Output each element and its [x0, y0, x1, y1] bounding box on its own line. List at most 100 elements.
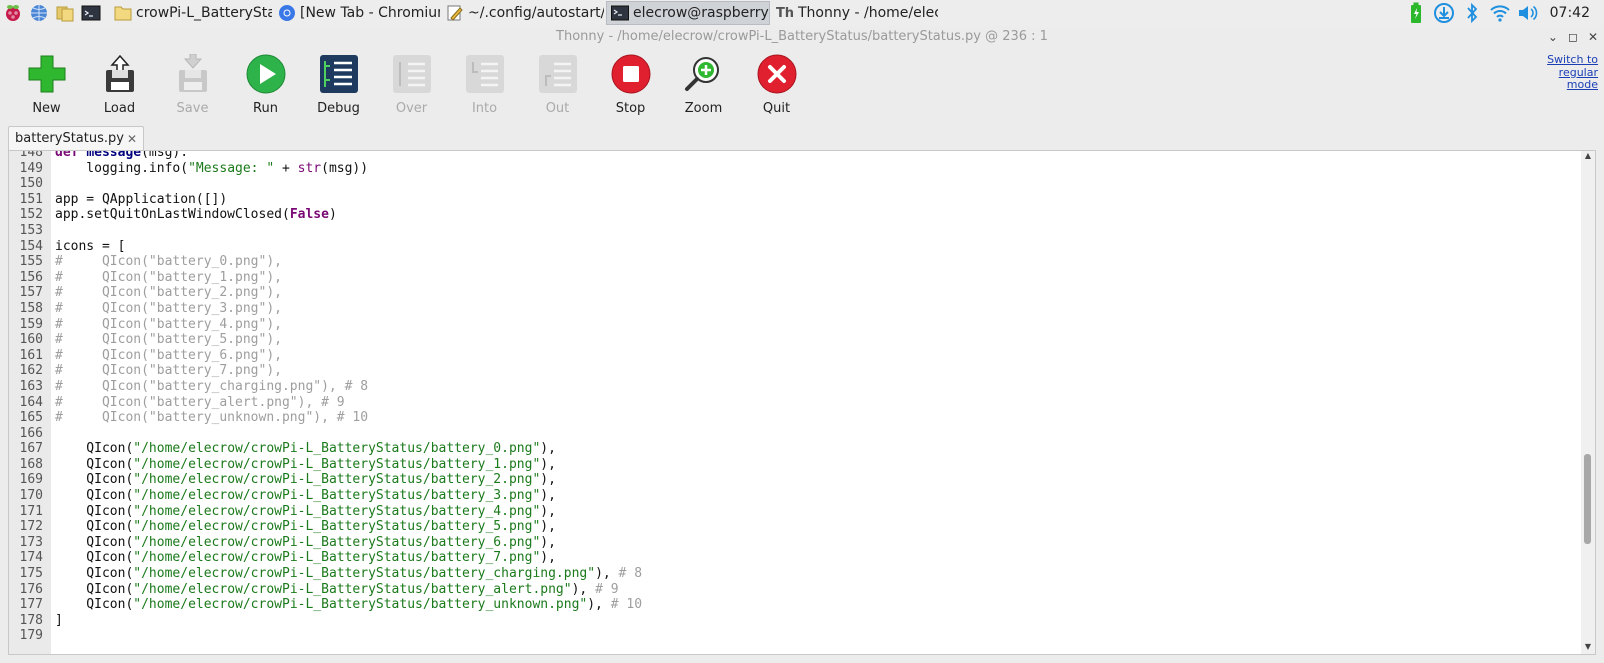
taskbar-item-label: Thonny - /home/elec... — [798, 5, 938, 21]
code-text: # QIcon("battery_7.png"), — [55, 363, 282, 379]
line-number: 158 — [19, 300, 43, 316]
quit-button[interactable]: Quit — [740, 52, 813, 118]
code-line[interactable]: 179 — [9, 628, 1581, 644]
code-line[interactable]: 149 logging.info("Message: " + str(msg)) — [9, 161, 1581, 177]
code-line[interactable]: 156 # QIcon("battery_1.png"), — [9, 270, 1581, 286]
code-text: QIcon("/home/elecrow/crowPi-L_BatterySta… — [55, 550, 556, 566]
step-into-icon — [463, 52, 507, 96]
code-line[interactable]: 148 def message(msg): — [9, 151, 1581, 161]
code-line[interactable]: 176 QIcon("/home/elecrow/crowPi-L_Batter… — [9, 582, 1581, 598]
taskbar-item-thonny[interactable]: Th Thonny - /home/elec... — [772, 1, 938, 25]
code-line[interactable]: 160 # QIcon("battery_5.png"), — [9, 332, 1581, 348]
code-line[interactable]: 158 # QIcon("battery_3.png"), — [9, 301, 1581, 317]
code-line[interactable]: 163 # QIcon("battery_charging.png"), # 8 — [9, 379, 1581, 395]
code-line[interactable]: 172 QIcon("/home/elecrow/crowPi-L_Batter… — [9, 519, 1581, 535]
raspberry-menu-icon[interactable] — [0, 0, 26, 26]
line-number: 177 — [19, 597, 43, 613]
code-line[interactable]: 165 # QIcon("battery_unknown.png"), # 10 — [9, 410, 1581, 426]
line-number: 149 — [19, 160, 43, 176]
step-over-button[interactable]: Over — [375, 52, 448, 118]
code-line[interactable]: 175 QIcon("/home/elecrow/crowPi-L_Batter… — [9, 566, 1581, 582]
maximize-icon[interactable]: ◻ — [1568, 26, 1578, 48]
code-text: QIcon("/home/elecrow/crowPi-L_BatterySta… — [55, 534, 556, 550]
code-line[interactable]: 171 QIcon("/home/elecrow/crowPi-L_Batter… — [9, 504, 1581, 520]
step-out-icon — [536, 52, 580, 96]
clock[interactable]: 07:42 — [1542, 5, 1604, 21]
code-line[interactable]: 161 # QIcon("battery_6.png"), — [9, 348, 1581, 364]
code-line[interactable]: 166 — [9, 426, 1581, 442]
code-line[interactable]: 173 QIcon("/home/elecrow/crowPi-L_Batter… — [9, 535, 1581, 551]
code-text: # QIcon("battery_1.png"), — [55, 269, 282, 285]
tab-batterystatus[interactable]: batteryStatus.py ✕ — [8, 126, 145, 150]
minimize-icon[interactable]: ⌄ — [1548, 26, 1558, 48]
thonny-icon: Th — [775, 5, 795, 21]
tab-close-icon[interactable]: ✕ — [127, 132, 137, 146]
code-line[interactable]: 159 # QIcon("battery_4.png"), — [9, 317, 1581, 333]
code-line[interactable]: 155 # QIcon("battery_0.png"), — [9, 254, 1581, 270]
new-icon — [25, 52, 69, 96]
close-icon[interactable]: ✕ — [1588, 26, 1598, 48]
code-line[interactable]: 167 QIcon("/home/elecrow/crowPi-L_Batter… — [9, 441, 1581, 457]
line-number: 162 — [19, 363, 43, 379]
code-line[interactable]: 151 app = QApplication([]) — [9, 192, 1581, 208]
line-number: 168 — [19, 456, 43, 472]
zoom-icon — [682, 52, 726, 96]
code-area[interactable]: 148 def message(msg): 149 logging.info("Me… — [9, 151, 1581, 644]
line-number: 171 — [19, 503, 43, 519]
zoom-button[interactable]: Zoom — [667, 52, 740, 118]
code-line[interactable]: 178] — [9, 613, 1581, 629]
scroll-up-icon[interactable]: ▲ — [1581, 151, 1595, 163]
vertical-scrollbar[interactable]: ▲ ▼ — [1581, 151, 1595, 654]
run-button[interactable]: Run — [229, 52, 302, 118]
volume-icon[interactable] — [1514, 0, 1542, 26]
code-text: QIcon("/home/elecrow/crowPi-L_BatterySta… — [55, 488, 556, 504]
updates-download-icon[interactable] — [1430, 0, 1458, 26]
code-line[interactable]: 152 app.setQuitOnLastWindowClosed(False) — [9, 207, 1581, 223]
code-line[interactable]: 169 QIcon("/home/elecrow/crowPi-L_Batter… — [9, 472, 1581, 488]
line-number: 165 — [19, 410, 43, 426]
taskbar-item-label: crowPi-L_BatteryStatus — [136, 5, 272, 21]
debug-button[interactable]: Debug — [302, 52, 375, 118]
code-line[interactable]: 153 — [9, 223, 1581, 239]
load-button[interactable]: Load — [83, 52, 156, 118]
web-browser-launcher-icon[interactable] — [26, 0, 52, 26]
scrollbar-thumb[interactable] — [1584, 454, 1591, 544]
bluetooth-icon[interactable] — [1458, 0, 1486, 26]
file-manager-launcher-icon[interactable] — [52, 0, 78, 26]
line-number: 166 — [19, 425, 43, 441]
stop-button[interactable]: Stop — [594, 52, 667, 118]
code-line[interactable]: 174 QIcon("/home/elecrow/crowPi-L_Batter… — [9, 550, 1581, 566]
code-line[interactable]: 154 icons = [ — [9, 239, 1581, 255]
wifi-icon[interactable] — [1486, 0, 1514, 26]
run-icon — [244, 52, 288, 96]
code-line[interactable]: 150 — [9, 176, 1581, 192]
switch-to-regular-mode-link[interactable]: Switch to regular mode — [1528, 53, 1598, 92]
scroll-down-icon[interactable]: ▼ — [1581, 642, 1595, 654]
code-text: QIcon("/home/elecrow/crowPi-L_BatterySta… — [55, 456, 556, 472]
code-line[interactable]: 157 # QIcon("battery_2.png"), — [9, 285, 1581, 301]
code-text: # QIcon("battery_5.png"), — [55, 332, 282, 348]
code-line[interactable]: 164 # QIcon("battery_alert.png"), # 9 — [9, 395, 1581, 411]
code-line[interactable]: 168 QIcon("/home/elecrow/crowPi-L_Batter… — [9, 457, 1581, 473]
battery-icon[interactable] — [1402, 0, 1430, 26]
save-button[interactable]: Save — [156, 52, 229, 118]
step-out-button[interactable]: Out — [521, 52, 594, 118]
taskbar-item-text-editor[interactable]: ~/.config/autostart/b... — [442, 1, 604, 25]
folder-icon — [114, 4, 132, 22]
step-into-button[interactable]: Into — [448, 52, 521, 118]
tab-label: batteryStatus.py — [15, 131, 124, 146]
code-line[interactable]: 162 # QIcon("battery_7.png"), — [9, 363, 1581, 379]
terminal-launcher-icon[interactable] — [78, 0, 104, 26]
code-line[interactable]: 177 QIcon("/home/elecrow/crowPi-L_Batter… — [9, 597, 1581, 613]
code-text: QIcon("/home/elecrow/crowPi-L_BatterySta… — [55, 581, 619, 597]
code-line[interactable]: 170 QIcon("/home/elecrow/crowPi-L_Batter… — [9, 488, 1581, 504]
taskbar-item-label: elecrow@raspberrypi: ~ — [633, 5, 769, 21]
debug-icon — [317, 52, 361, 96]
taskbar-item-file-manager[interactable]: crowPi-L_BatteryStatus — [110, 1, 272, 25]
new-button[interactable]: New — [10, 52, 83, 118]
taskbar-item-terminal[interactable]: elecrow@raspberrypi: ~ — [606, 1, 770, 25]
taskbar-item-chromium[interactable]: [New Tab - Chromium] — [274, 1, 440, 25]
code-editor[interactable]: 148 def message(msg): 149 logging.info("Me… — [8, 150, 1596, 655]
line-number: 169 — [19, 472, 43, 488]
code-text: logging.info("Message: " + str(msg)) — [55, 160, 369, 176]
